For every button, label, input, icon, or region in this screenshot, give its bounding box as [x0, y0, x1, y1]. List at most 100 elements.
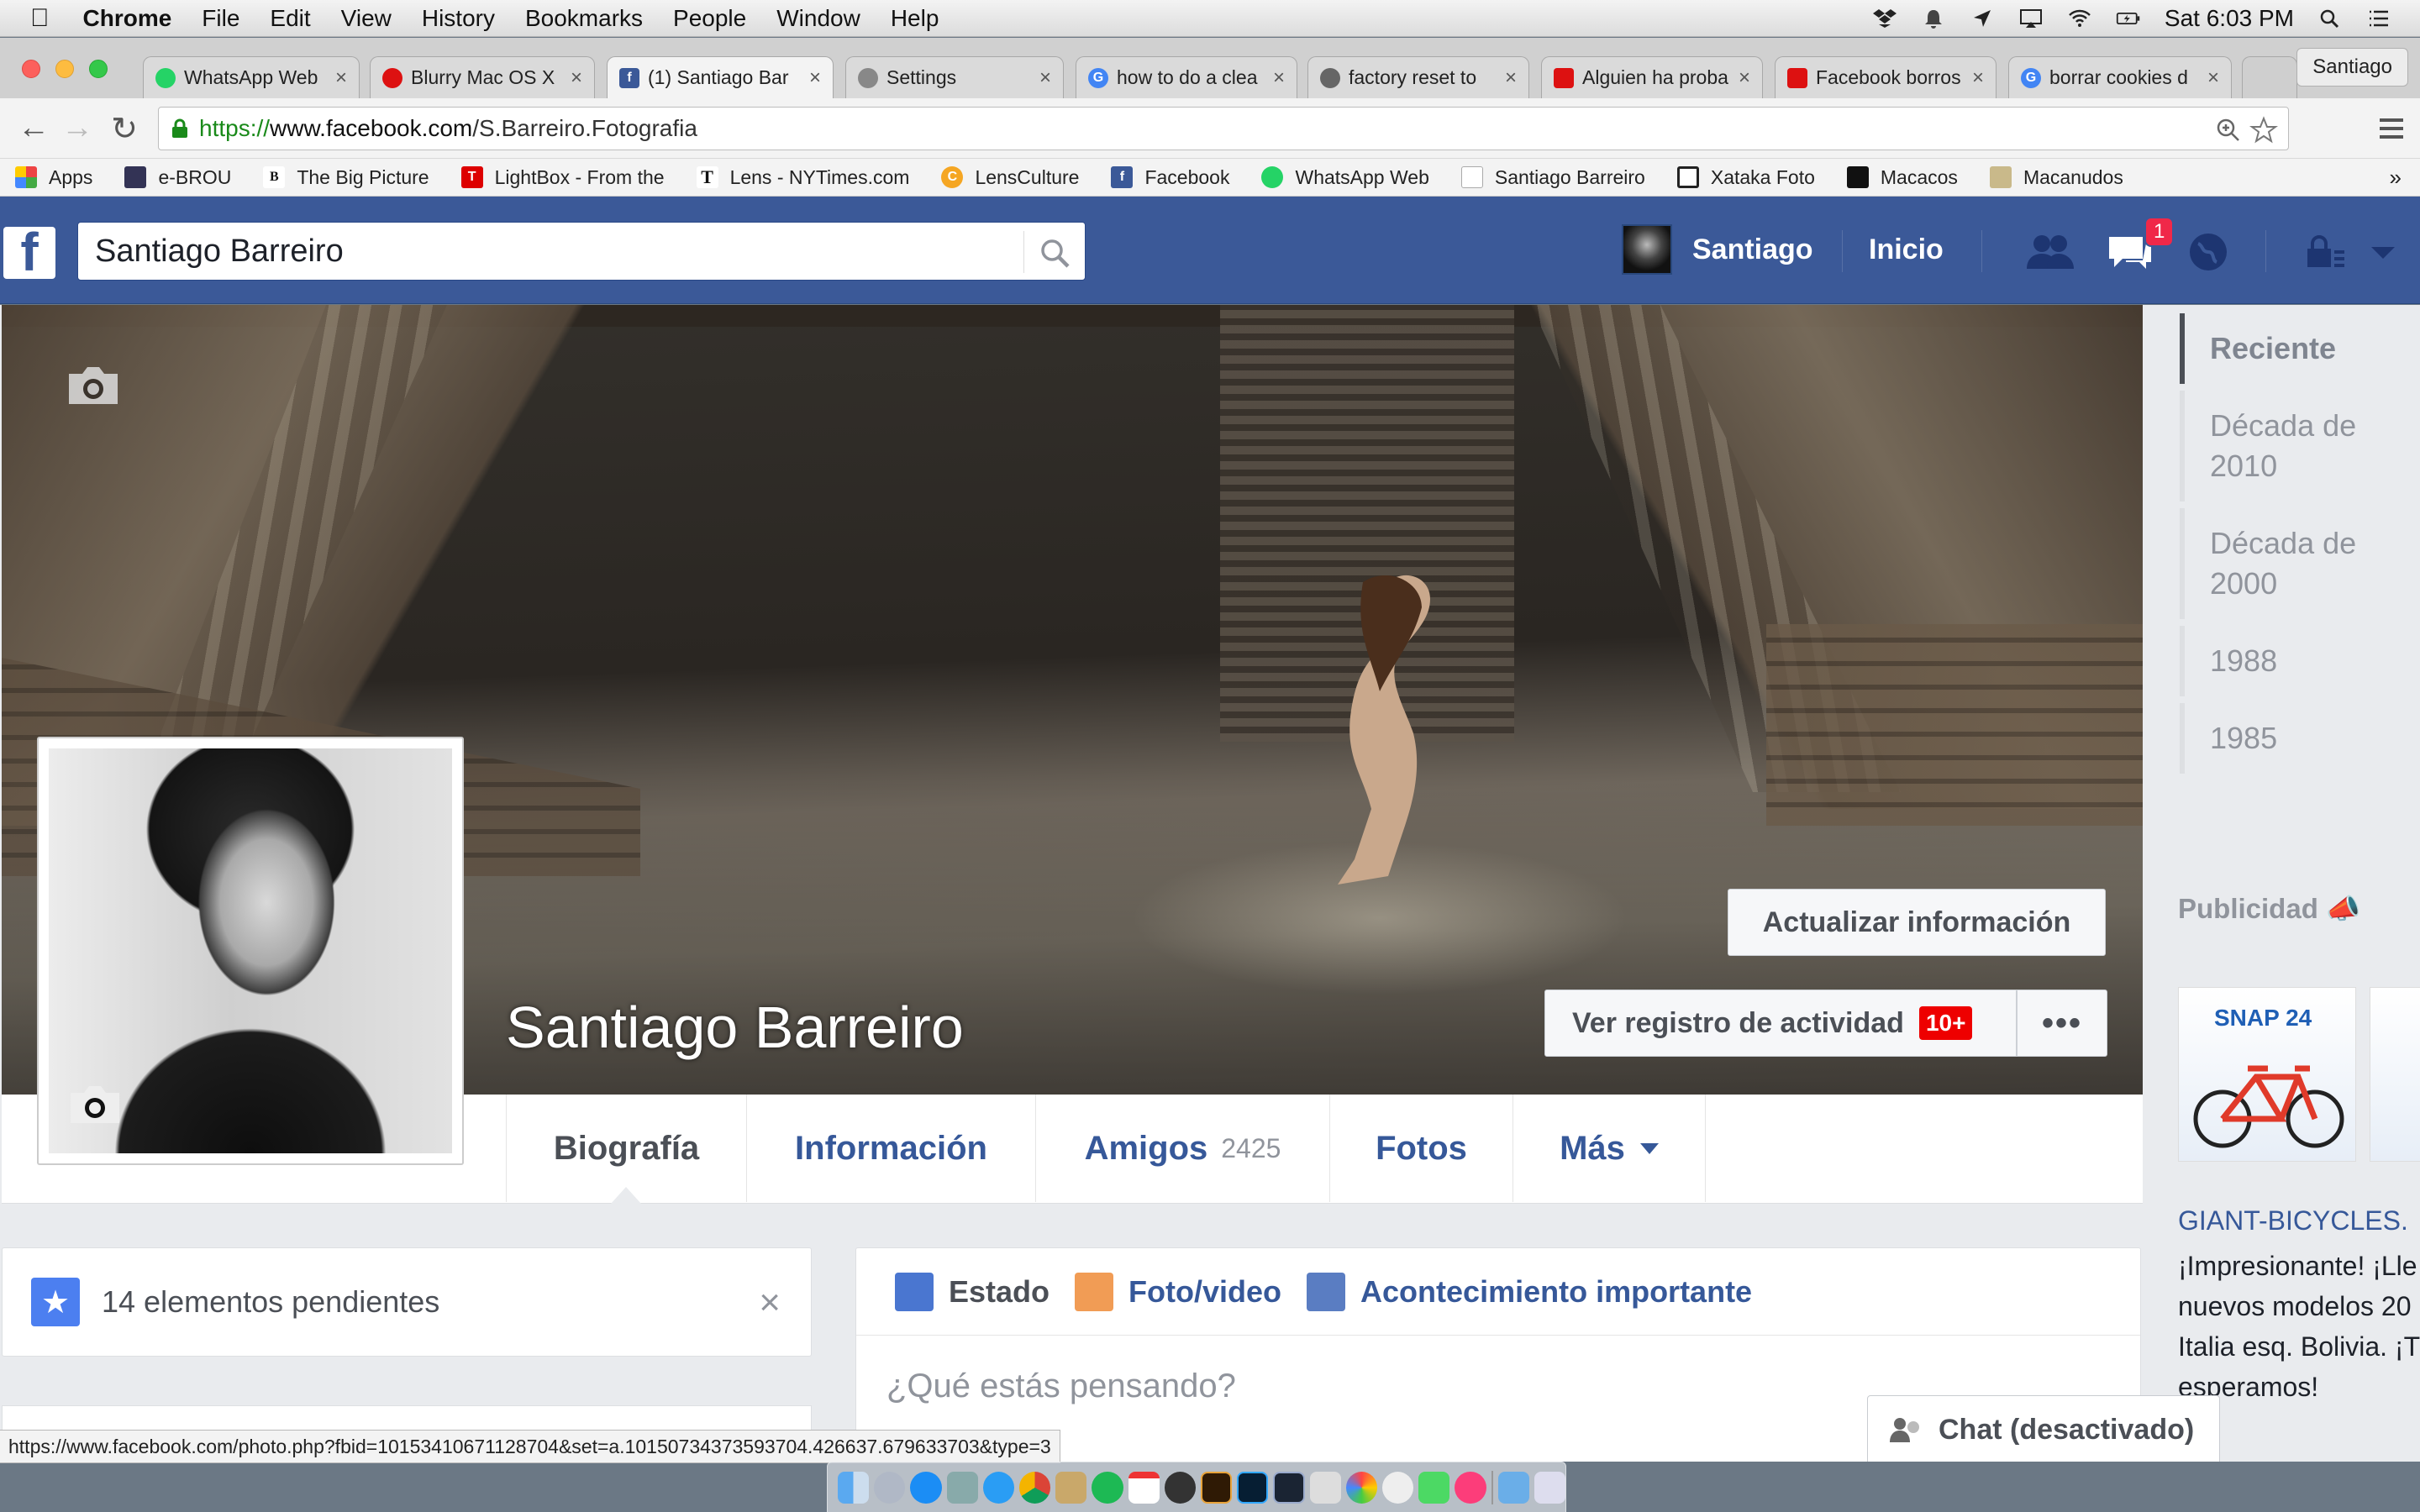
- bookmark-lensculture[interactable]: C LensCulture: [941, 166, 1079, 189]
- notification-bell-icon[interactable]: [1921, 8, 1946, 29]
- timeline-item-2010s[interactable]: Década de 2010: [2180, 391, 2407, 501]
- finder-icon[interactable]: [838, 1471, 870, 1504]
- close-tab-icon[interactable]: ×: [809, 66, 821, 90]
- tab-whatsapp[interactable]: WhatsApp Web ×: [143, 56, 360, 98]
- menu-app-chrome[interactable]: Chrome: [68, 5, 187, 32]
- zoom-icon[interactable]: [2216, 118, 2241, 143]
- globe-notifications-icon[interactable]: [2181, 228, 2235, 276]
- bookmark-xataka[interactable]: Xataka Foto: [1676, 166, 1815, 189]
- forward-arrow-icon[interactable]: →: [59, 110, 96, 146]
- bookmark-star-icon[interactable]: [2249, 116, 2278, 144]
- time-machine-icon[interactable]: [1164, 1471, 1196, 1504]
- more-options-button[interactable]: •••: [2017, 990, 2107, 1057]
- wifi-icon[interactable]: [2067, 8, 2092, 29]
- airplay-icon[interactable]: [2018, 8, 2044, 29]
- bookmark-santiago-barreiro[interactable]: Santiago Barreiro: [1460, 166, 1645, 189]
- apple-menu-icon[interactable]: : [0, 4, 68, 33]
- timeline-item-2000s[interactable]: Década de 2000: [2180, 508, 2407, 619]
- lightroom-icon[interactable]: [1273, 1471, 1305, 1504]
- bookmark-ebrou[interactable]: e-BROU: [124, 166, 231, 189]
- tab-biografia[interactable]: Biografía: [506, 1095, 746, 1202]
- dropbox-icon[interactable]: [1872, 8, 1897, 29]
- menu-history[interactable]: History: [407, 5, 510, 32]
- tab-amigos[interactable]: Amigos 2425: [1035, 1095, 1329, 1202]
- tab-fotos[interactable]: Fotos: [1329, 1095, 1512, 1202]
- tab-borrar-cookies[interactable]: Gborrar cookies d ×: [2008, 56, 2232, 98]
- utility-icon[interactable]: [1309, 1471, 1341, 1504]
- pending-items-card[interactable]: ★ 14 elementos pendientes ×: [2, 1247, 812, 1357]
- close-tab-icon[interactable]: ×: [571, 66, 582, 90]
- tab-facebook-active[interactable]: f (1) Santiago Bar ×: [607, 56, 834, 98]
- activity-log-button[interactable]: Ver registro de actividad 10+: [1544, 990, 2017, 1057]
- bookmark-apps[interactable]: Apps: [15, 166, 92, 189]
- launchpad-icon[interactable]: [874, 1471, 906, 1504]
- ad-title-link[interactable]: GIANT-BICYCLES.: [2178, 1205, 2408, 1236]
- facebook-logo-icon[interactable]: f: [3, 225, 55, 279]
- camera-icon[interactable]: [66, 1081, 124, 1128]
- fb-home-link[interactable]: Inicio: [1869, 234, 1944, 266]
- tab-settings[interactable]: Settings ×: [845, 56, 1064, 98]
- trash-icon[interactable]: [1534, 1471, 1565, 1504]
- notes-icon[interactable]: [1055, 1471, 1087, 1504]
- itunes-icon[interactable]: [1455, 1471, 1486, 1504]
- bookmark-whatsapp[interactable]: WhatsApp Web: [1261, 166, 1429, 189]
- privacy-shortcuts-icon[interactable]: [2297, 228, 2351, 276]
- chrome-icon[interactable]: [1018, 1471, 1051, 1504]
- menu-people[interactable]: People: [658, 5, 761, 32]
- new-tab-button[interactable]: [2242, 56, 2297, 98]
- close-tab-icon[interactable]: ×: [1972, 66, 1984, 90]
- address-bar[interactable]: https:// www.facebook.com /S.Barreiro.Fo…: [158, 107, 2289, 150]
- spotify-icon[interactable]: [1092, 1471, 1123, 1504]
- close-tab-icon[interactable]: ×: [1039, 66, 1051, 90]
- ad-image[interactable]: [2370, 987, 2420, 1162]
- menu-help[interactable]: Help: [876, 5, 955, 32]
- search-icon[interactable]: [1039, 238, 1071, 270]
- messages-icon[interactable]: [1382, 1471, 1414, 1504]
- menu-bookmarks[interactable]: Bookmarks: [510, 5, 658, 32]
- close-icon[interactable]: ×: [759, 1282, 781, 1324]
- close-tab-icon[interactable]: ×: [335, 66, 347, 90]
- calendar-icon[interactable]: [1128, 1471, 1160, 1504]
- close-tab-icon[interactable]: ×: [2207, 66, 2219, 90]
- back-arrow-icon[interactable]: ←: [15, 110, 52, 146]
- safari-icon[interactable]: [982, 1471, 1014, 1504]
- notification-center-icon[interactable]: [2366, 8, 2391, 29]
- composer-tab-acontecimiento[interactable]: Acontecimiento importante: [1307, 1272, 1752, 1311]
- spotlight-search-icon[interactable]: [2317, 8, 2343, 29]
- profile-picture[interactable]: [37, 737, 464, 1165]
- photos-icon[interactable]: [1345, 1471, 1378, 1504]
- battery-icon[interactable]: [2116, 8, 2141, 29]
- fb-profile-link[interactable]: Santiago: [1622, 222, 1813, 277]
- bookmark-lens-nytimes[interactable]: T Lens - NYTimes.com: [696, 166, 909, 189]
- composer-tab-estado[interactable]: Estado: [895, 1272, 1050, 1311]
- tab-google-search[interactable]: Ghow to do a clea ×: [1076, 56, 1297, 98]
- friend-requests-icon[interactable]: [2023, 228, 2077, 276]
- tab-facebook-borros[interactable]: Facebook borros ×: [1775, 56, 1996, 98]
- bookmark-facebook[interactable]: f Facebook: [1111, 166, 1229, 189]
- camera-icon[interactable]: [64, 362, 123, 409]
- menubar-clock[interactable]: Sat 6:03 PM: [2165, 5, 2294, 32]
- facetime-icon[interactable]: [1418, 1471, 1450, 1504]
- reload-icon[interactable]: ↻: [106, 110, 143, 148]
- bookmark-macacos[interactable]: Macacos: [1846, 166, 1958, 189]
- menu-view[interactable]: View: [326, 5, 407, 32]
- close-tab-icon[interactable]: ×: [1273, 66, 1285, 90]
- menu-edit[interactable]: Edit: [255, 5, 325, 32]
- bookmark-macanudos[interactable]: Macanudos: [1989, 166, 2123, 189]
- zoom-window-icon[interactable]: [89, 60, 108, 78]
- chrome-menu-icon[interactable]: [2378, 117, 2405, 140]
- tab-informacion[interactable]: Información: [746, 1095, 1035, 1202]
- timeline-item-1988[interactable]: 1988: [2180, 626, 2407, 696]
- bookmarks-overflow-icon[interactable]: »: [2390, 165, 2402, 191]
- bookmark-big-picture[interactable]: B The Big Picture: [263, 166, 429, 189]
- timeline-item-reciente[interactable]: Reciente: [2180, 313, 2407, 384]
- timeline-item-1985[interactable]: 1985: [2180, 703, 2407, 774]
- bridge-icon[interactable]: [1200, 1471, 1233, 1504]
- photoshop-icon[interactable]: [1237, 1471, 1269, 1504]
- tab-blurry-mac[interactable]: Blurry Mac OS X ×: [370, 56, 595, 98]
- downloads-folder-icon[interactable]: [1497, 1471, 1529, 1504]
- update-info-button[interactable]: Actualizar información: [1728, 889, 2106, 956]
- tab-alguien[interactable]: Alguien ha proba ×: [1541, 56, 1763, 98]
- app-store-icon[interactable]: [910, 1471, 942, 1504]
- profile-name[interactable]: Santiago Barreiro: [506, 994, 964, 1061]
